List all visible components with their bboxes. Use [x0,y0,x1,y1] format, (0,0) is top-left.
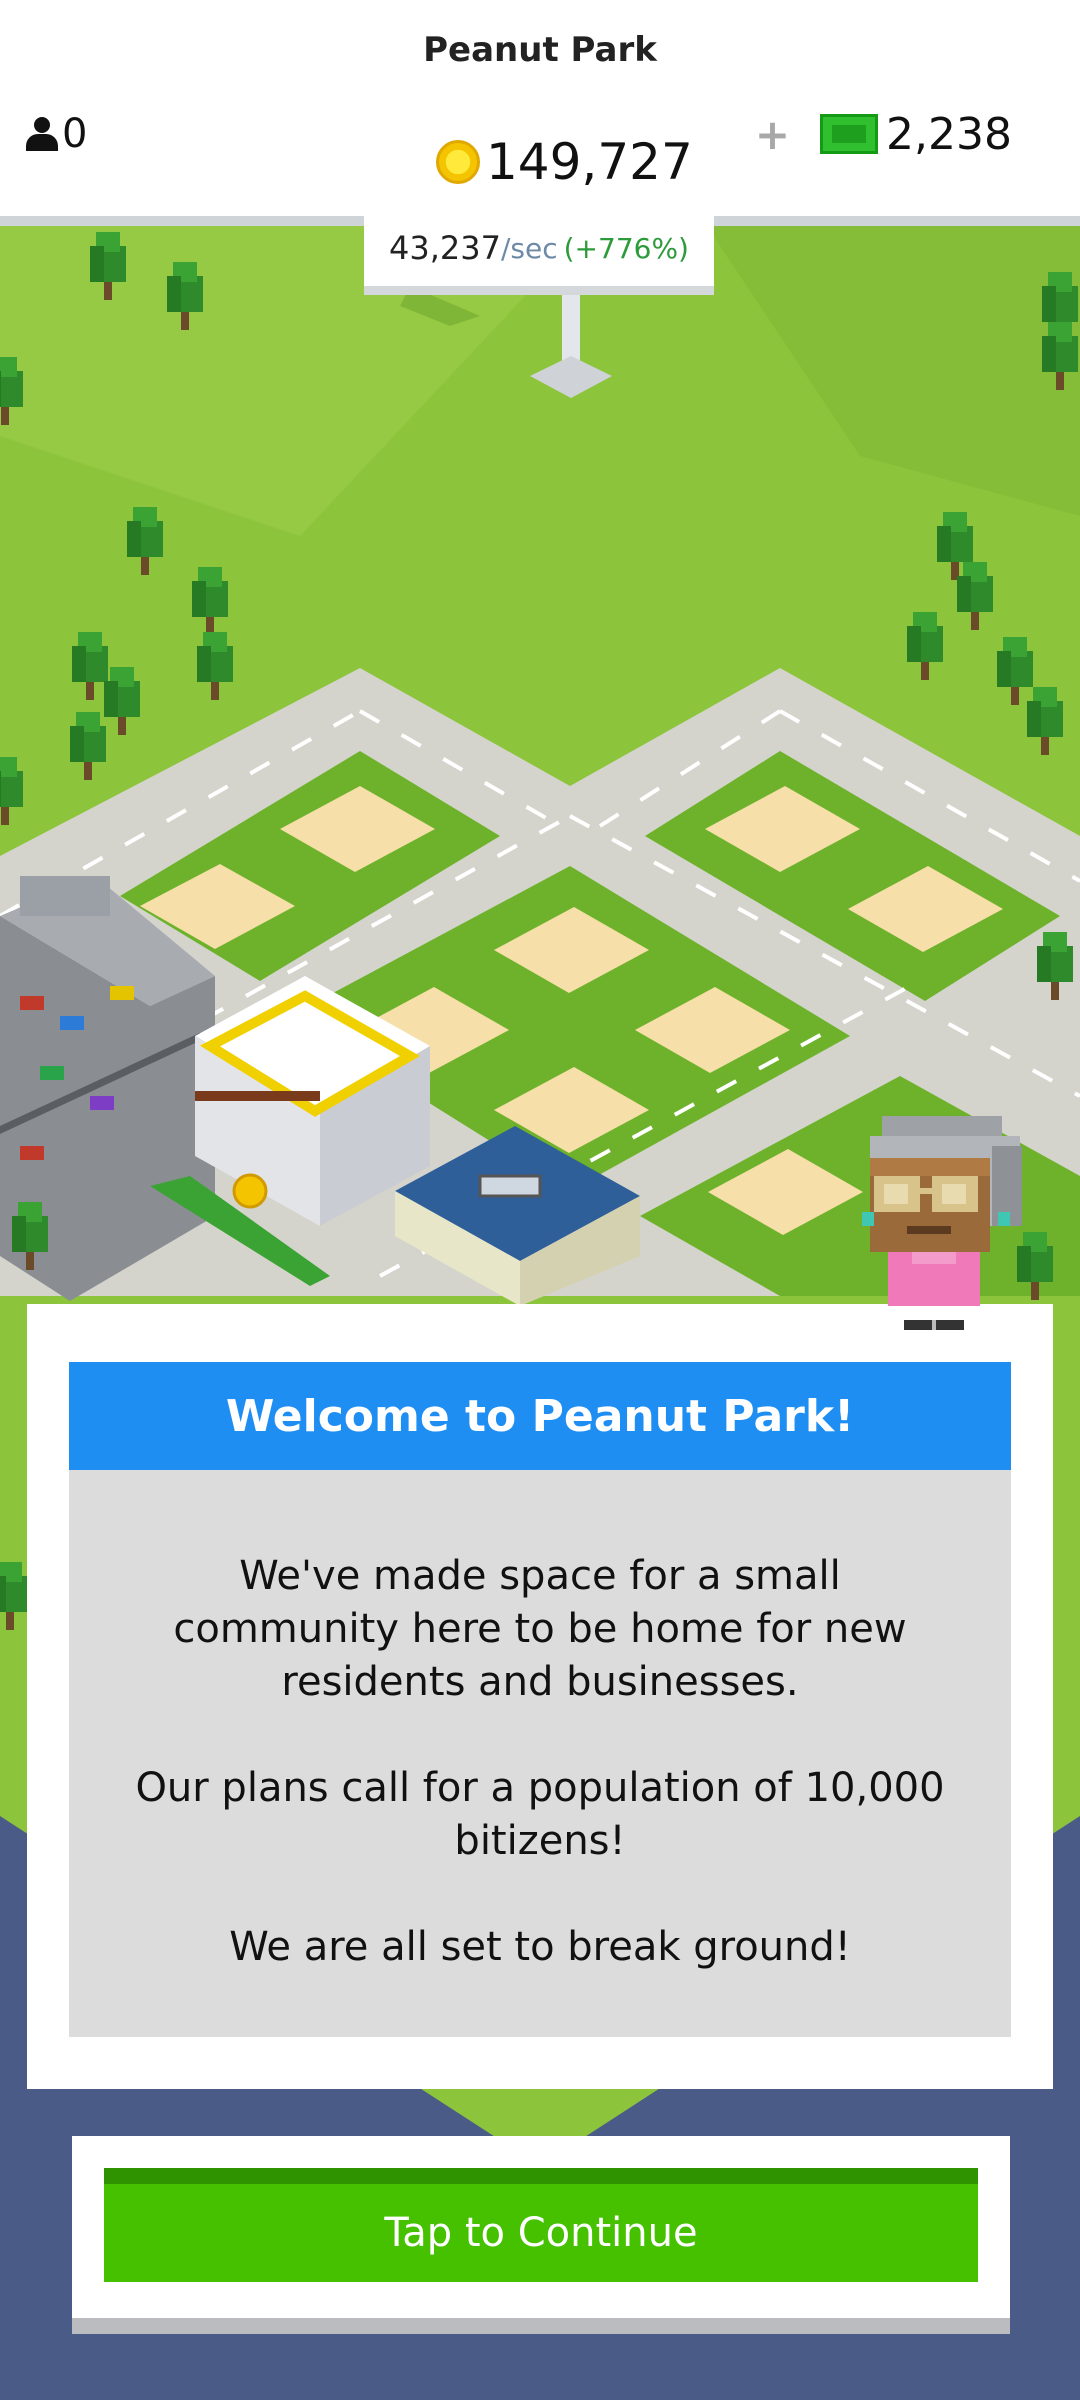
welcome-dialog: Welcome to Peanut Park! We've made space… [27,1304,1053,2089]
income-unit: /sec [500,231,558,265]
dialog-title: Welcome to Peanut Park! [69,1362,1011,1470]
bux-icon [820,114,879,154]
income-bonus: (+776%) [563,231,689,265]
add-bux-button[interactable]: + [755,110,790,159]
person-icon [26,117,58,151]
income-rate-panel: 43,237 /sec (+776%) [364,210,714,295]
coin-balance: 149,727 [436,128,693,196]
coin-value: 149,727 [486,133,693,191]
continue-button-frame: Tap to Continue [72,2136,1010,2334]
dialog-paragraph: Our plans call for a population of 10,00… [135,1765,945,1864]
bux-value: 2,238 [886,108,1012,160]
bux-balance: + 2,238 [755,106,1012,162]
population-counter[interactable]: 0 [26,106,87,162]
city-name: Peanut Park [423,30,657,70]
income-value: 43,237 [389,229,501,267]
coin-icon [436,140,480,184]
dialog-paragraph: We are all set to break ground! [229,1924,851,1970]
top-bar: Peanut Park 0 149,727 + 2,238 [0,0,1080,216]
continue-button[interactable]: Tap to Continue [104,2168,978,2282]
population-value: 0 [62,111,88,157]
advisor-character-avatar [852,1116,1040,1336]
dialog-paragraph: We've made space for a small community h… [173,1553,907,1705]
dialog-message: We've made space for a small community h… [69,1470,1011,2037]
